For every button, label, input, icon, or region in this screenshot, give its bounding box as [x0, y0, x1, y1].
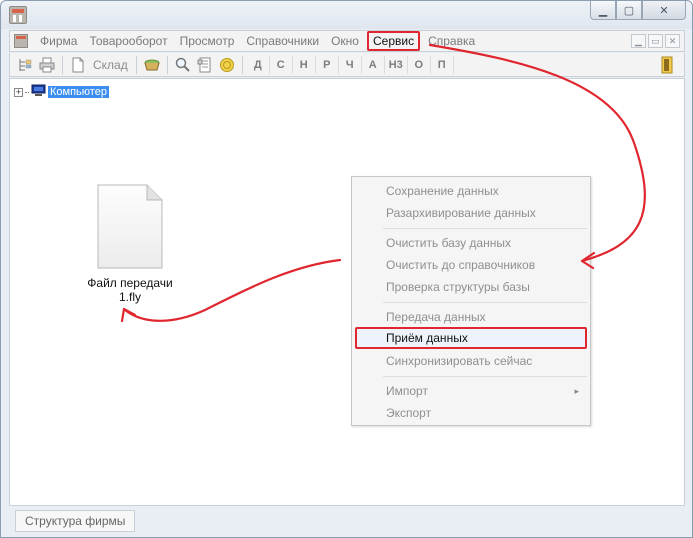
close-button[interactable]: ✕ — [642, 1, 686, 20]
menu-separator — [383, 228, 587, 229]
tree-icon[interactable] — [14, 55, 36, 75]
tree-connector — [25, 91, 29, 93]
menu-turnover[interactable]: Товарооборот — [83, 32, 173, 50]
menu-item-unarchive-data[interactable]: Разархивирование данных — [355, 202, 587, 224]
new-document-icon[interactable] — [67, 55, 89, 75]
toolbar-letter-o[interactable]: О — [408, 55, 431, 74]
menu-bar: Фирма Товарооборот Просмотр Справочники … — [9, 30, 685, 52]
exit-icon[interactable] — [656, 55, 678, 75]
tree-root[interactable]: + Компьютер — [14, 84, 109, 100]
toolbar: Склад Д С Н Р Ч А Н3 О П — [9, 53, 685, 77]
toolbar-letter-p[interactable]: П — [431, 55, 454, 74]
toolbar-letter-n3[interactable]: Н3 — [385, 55, 408, 74]
file-icon[interactable] — [97, 184, 163, 269]
submenu-arrow-icon: ▸ — [574, 386, 579, 396]
tab-firm-structure[interactable]: Структура фирмы — [15, 510, 136, 532]
menu-separator — [383, 376, 587, 377]
menu-help[interactable]: Справка — [422, 32, 481, 50]
toolbar-separator — [166, 55, 168, 74]
toolbar-letter-ch[interactable]: Ч — [339, 55, 362, 74]
app-icon[interactable] — [9, 6, 27, 24]
mdi-minimize-button[interactable]: ▁ — [631, 34, 646, 48]
file-name-line2: 1.fly — [118, 290, 141, 304]
minimize-button[interactable]: ▁ — [590, 1, 616, 20]
workspace: + Компьютер Файл передачи 1.fly Сохранен… — [9, 78, 685, 506]
service-menu-dropdown: Сохранение данных Разархивирование данны… — [351, 176, 591, 426]
menu-window[interactable]: Окно — [325, 32, 365, 50]
toolbar-letter-a[interactable]: А — [362, 55, 385, 74]
menu-references[interactable]: Справочники — [240, 32, 325, 50]
status-bar: Структура фирмы — [9, 508, 685, 533]
menu-firm[interactable]: Фирма — [34, 32, 83, 50]
toolbar-letter-s[interactable]: С — [270, 55, 293, 74]
computer-icon — [31, 84, 46, 100]
menu-item-save-data[interactable]: Сохранение данных — [355, 180, 587, 202]
menu-service[interactable]: Сервис — [366, 31, 421, 51]
toolbar-separator — [135, 55, 137, 74]
print-icon[interactable] — [36, 55, 58, 75]
menu-separator — [383, 302, 587, 303]
tree-root-label[interactable]: Компьютер — [48, 86, 109, 98]
menu-item-send-data[interactable]: Передача данных — [355, 306, 587, 328]
menu-item-sync-now[interactable]: Синхронизировать сейчас — [355, 350, 587, 372]
file-name-line1: Файл передачи — [87, 276, 173, 290]
file-label[interactable]: Файл передачи 1.fly — [80, 276, 180, 304]
menu-item-import-label: Импорт — [386, 384, 428, 398]
tree-expander[interactable]: + — [14, 87, 23, 97]
toolbar-letter-n[interactable]: Н — [293, 55, 316, 74]
window-controls: ▁ ▢ ✕ — [590, 1, 686, 20]
menu-item-export[interactable]: Экспорт — [355, 402, 587, 424]
search-icon[interactable] — [172, 55, 194, 75]
mdi-close-button[interactable]: ✕ — [665, 34, 680, 48]
mdi-window-icon[interactable] — [14, 34, 28, 48]
menu-item-import[interactable]: Импорт ▸ — [355, 380, 587, 402]
warehouse-button[interactable]: Склад — [89, 58, 132, 72]
app-window: ▁ ▢ ✕ Фирма Товарооборот Просмотр Справо… — [0, 0, 693, 538]
menu-item-receive-data[interactable]: Приём данных — [355, 327, 587, 349]
menu-item-clear-database[interactable]: Очистить базу данных — [355, 232, 587, 254]
coin-icon[interactable] — [216, 55, 238, 75]
report-icon[interactable] — [194, 55, 216, 75]
title-bar[interactable]: ▁ ▢ ✕ — [1, 1, 692, 29]
maximize-button[interactable]: ▢ — [616, 1, 642, 20]
mdi-restore-button[interactable]: ▭ — [648, 34, 663, 48]
toolbar-letter-d[interactable]: Д — [247, 55, 270, 74]
basket-icon[interactable] — [141, 55, 163, 75]
menu-item-clear-to-references[interactable]: Очистить до справочников — [355, 254, 587, 276]
toolbar-separator — [241, 55, 243, 74]
menu-item-check-structure[interactable]: Проверка структуры базы — [355, 276, 587, 298]
toolbar-separator — [62, 55, 63, 74]
mdi-controls: ▁ ▭ ✕ — [631, 34, 680, 48]
toolbar-letter-r[interactable]: Р — [316, 55, 339, 74]
menu-view[interactable]: Просмотр — [174, 32, 241, 50]
